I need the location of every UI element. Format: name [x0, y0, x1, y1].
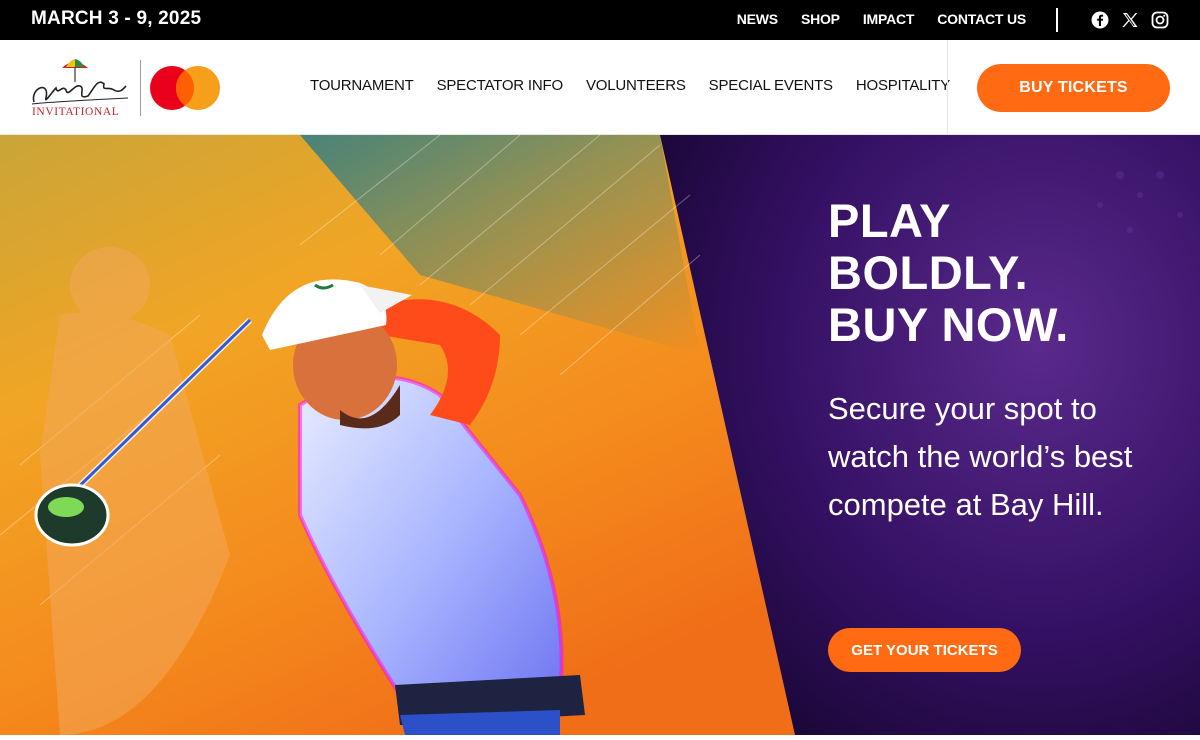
- social-links: [1091, 11, 1169, 29]
- arnold-palmer-invitational-logo[interactable]: INVITATIONAL: [28, 58, 132, 118]
- mastercard-logo: [149, 65, 221, 111]
- site-header: INVITATIONAL TOURNAMENT SPECTATOR INFO V…: [0, 40, 1200, 135]
- nav-volunteers[interactable]: VOLUNTEERS: [586, 77, 686, 94]
- utility-nav: NEWS SHOP IMPACT CONTACT US: [737, 11, 1026, 27]
- facebook-icon[interactable]: [1091, 11, 1109, 29]
- topbar-divider: [1056, 8, 1058, 32]
- top-bar: MARCH 3 - 9, 2025 NEWS SHOP IMPACT CONTA…: [0, 0, 1200, 40]
- get-your-tickets-button[interactable]: GET YOUR TICKETS: [828, 628, 1021, 672]
- main-nav: TOURNAMENT SPECTATOR INFO VOLUNTEERS SPE…: [310, 77, 950, 94]
- x-icon[interactable]: [1121, 11, 1139, 29]
- page-bottom-strip: [0, 735, 1200, 740]
- hero-headline: PLAY BOLDLY. BUY NOW.: [828, 195, 1069, 351]
- contact-us-link[interactable]: CONTACT US: [937, 11, 1026, 27]
- hero-subtitle: Secure your spot to watch the world’s be…: [828, 391, 1133, 522]
- headline-line-1: PLAY: [828, 194, 952, 247]
- logo-separator: [140, 60, 141, 116]
- buy-tickets-button[interactable]: BUY TICKETS: [977, 64, 1170, 112]
- nav-special-events[interactable]: SPECIAL EVENTS: [709, 77, 833, 94]
- event-dates: MARCH 3 - 9, 2025: [31, 8, 202, 29]
- logo-invitational-text: INVITATIONAL: [32, 106, 119, 118]
- nav-tournament[interactable]: TOURNAMENT: [310, 77, 414, 94]
- news-link[interactable]: NEWS: [737, 11, 778, 27]
- header-divider: [947, 40, 948, 135]
- instagram-icon[interactable]: [1151, 11, 1169, 29]
- hero-section: PLAY BOLDLY. BUY NOW. Secure your spot t…: [0, 135, 1200, 735]
- nav-hospitality[interactable]: HOSPITALITY: [856, 77, 950, 94]
- impact-link[interactable]: IMPACT: [863, 11, 915, 27]
- headline-line-2: BOLDLY.: [828, 246, 1029, 299]
- headline-line-3: BUY NOW.: [828, 298, 1069, 351]
- shop-link[interactable]: SHOP: [801, 11, 840, 27]
- nav-spectator-info[interactable]: SPECTATOR INFO: [437, 77, 564, 94]
